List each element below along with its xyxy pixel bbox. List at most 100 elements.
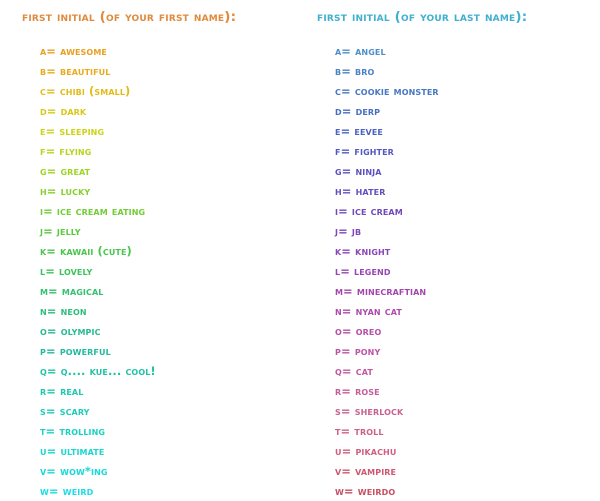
list-item: B= Beautiful [0,61,300,81]
entry-key: E= [335,124,351,138]
entry-value: Powerful [59,344,111,358]
list-item: L= Lovely [0,261,300,281]
list-item: U= Pikachu [300,441,600,461]
entry-key: A= [40,44,57,58]
entry-value: Cookie Monster [354,84,439,98]
entry-value: Ice Cream Eating [56,204,146,218]
list-item: Q= Q.... kue... Cool! [0,361,300,381]
entry-key: I= [40,204,53,218]
entry-key: A= [335,44,352,58]
list-item: W= Weirdo [300,481,600,501]
entry-key: I= [335,204,348,218]
entry-key: G= [40,164,57,178]
list-item: A= Awesome [0,41,300,61]
entry-key: J= [40,224,53,238]
entry-key: M= [335,284,353,298]
entry-key: B= [40,64,56,78]
entry-value: Awesome [60,44,107,58]
list-item: G= Ninja [300,161,600,181]
entry-key: S= [335,404,351,418]
entry-value: Knight [355,244,391,258]
entry-key: V= [335,464,352,478]
entry-key: S= [40,404,56,418]
list-item: B= Bro [300,61,600,81]
entry-key: N= [40,304,57,318]
list-item: R= Rose [300,381,600,401]
entry-value: Trolling [59,424,106,438]
entry-key: T= [40,424,56,438]
list-item: S= Scary [0,401,300,421]
entry-key: P= [335,344,351,358]
entry-value: Lovely [59,264,93,278]
entry-key: U= [335,444,352,458]
entry-key: V= [40,464,57,478]
list-item: U= Ultimate [0,441,300,461]
entry-value: Ultimate [60,444,105,458]
list-item: H= Lucky [0,181,300,201]
entry-key: D= [335,104,352,118]
entry-key: D= [40,104,57,118]
list-item: K= Kawaii (cute) [0,241,300,261]
entry-key: H= [40,184,57,198]
entry-key: R= [40,384,56,398]
entry-value: Bro [355,64,375,78]
entry-key: E= [40,124,56,138]
list-item: V= Vampire [300,461,600,481]
entry-value: Q.... kue... Cool! [60,364,156,378]
entry-value: Lucky [60,184,91,198]
list-item: A= Angel [300,41,600,61]
list-item: H= Hater [300,181,600,201]
list-item: T= Trolling [0,421,300,441]
entry-value: Beautiful [60,64,111,78]
list-item: N= Neon [0,301,300,321]
entry-key: B= [335,64,351,78]
entry-key: L= [40,264,55,278]
list-item: D= Derp [300,101,600,121]
entry-value: Neon [60,304,87,318]
entry-value: Rose [355,384,380,398]
entry-value: Kawaii (cute) [60,244,132,258]
entry-value: Jelly [56,224,81,238]
entry-list-first-name: A= Awesome B= Beautiful C= Chibi (small) D=… [0,41,300,501]
list-item: I= Ice Cream [300,201,600,221]
entry-value: Ninja [355,164,382,178]
entry-key: K= [40,244,57,258]
column-title-first-name: First Initial (of your First name): [22,9,237,25]
entry-value: Legend [354,264,391,278]
list-item: J= JB [300,221,600,241]
list-item: T= Troll [300,421,600,441]
entry-key: K= [335,244,352,258]
list-item: E= Eevee [300,121,600,141]
list-item: S= Sherlock [300,401,600,421]
entry-key: P= [40,344,56,358]
list-item: K= Knight [300,241,600,261]
entry-value: Pony [354,344,381,358]
list-item: P= Pony [300,341,600,361]
entry-value: Sherlock [354,404,404,418]
entry-value: Olympic [60,324,101,338]
entry-key: L= [335,264,350,278]
entry-list-last-name: A= Angel B= Bro C= Cookie Monster D= Derp E=… [300,41,600,501]
list-item: G= Great [0,161,300,181]
entry-key: N= [335,304,352,318]
entry-key: C= [335,84,351,98]
list-item: E= Sleeping [0,121,300,141]
entry-key: G= [335,164,352,178]
entry-key: F= [335,144,351,158]
entry-key: R= [335,384,351,398]
entry-value: Weird [62,484,94,498]
entry-key: W= [335,484,354,498]
list-item: O= Olympic [0,321,300,341]
entry-value: Ice Cream [351,204,403,218]
column-last-name: First Initial (of your Last name): A= An… [300,0,600,500]
entry-value: Eevee [354,124,383,138]
list-item: C= Chibi (small) [0,81,300,101]
entry-value: Minecraftian [356,284,427,298]
list-item: D= Dark [0,101,300,121]
list-item: C= Cookie Monster [300,81,600,101]
list-item: R= Real [0,381,300,401]
entry-key: J= [335,224,348,238]
entry-value: Vampire [355,464,397,478]
entry-key: O= [335,324,352,338]
entry-key: O= [40,324,57,338]
